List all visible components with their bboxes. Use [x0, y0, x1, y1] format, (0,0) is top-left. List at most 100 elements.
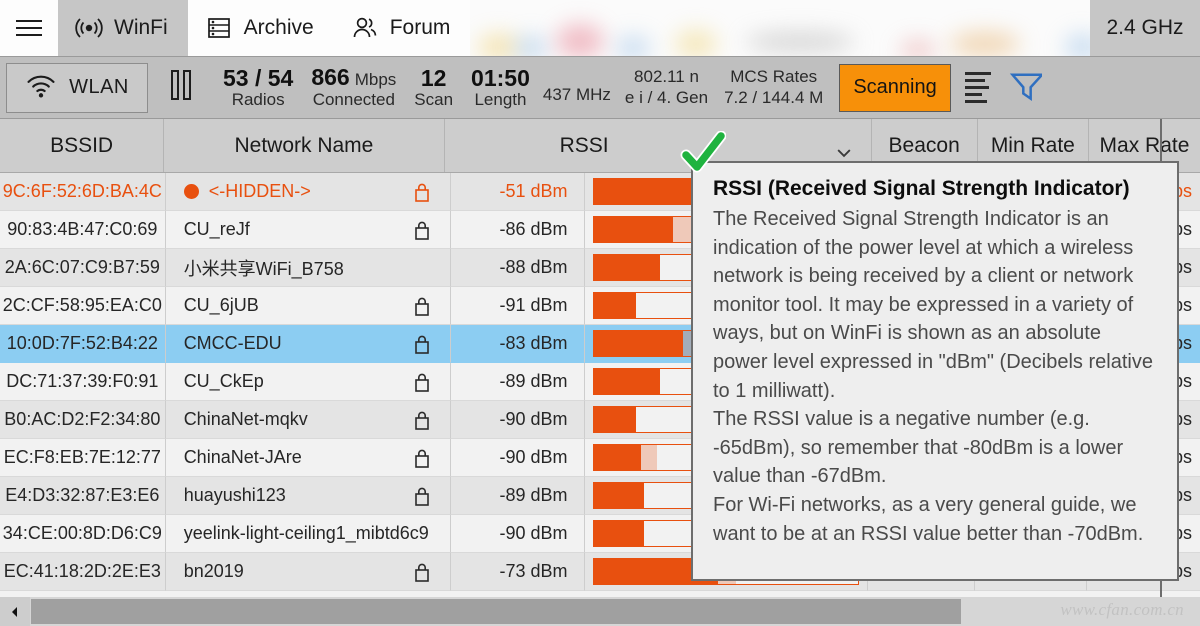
bar-ghost: [641, 445, 657, 470]
cell-bssid: E4:D3:32:87:E3:E6: [0, 477, 166, 515]
tab-label: Forum: [389, 16, 451, 39]
green-check-icon: [680, 130, 727, 182]
bar-fill: [593, 407, 636, 432]
wifi-icon: [25, 72, 57, 104]
cell-rssi: -89 dBm: [451, 363, 585, 401]
bar-fill: [593, 369, 660, 394]
stat-scan: 12 Scan: [405, 66, 462, 110]
scan-status-label: Scanning: [853, 76, 937, 98]
stat-value: 53 / 54: [223, 64, 294, 91]
column-header-rssi-label: RSSI: [559, 133, 609, 157]
stat-length: 01:50 Length: [462, 66, 539, 110]
stat-value: 01:50: [471, 64, 530, 91]
stat-value: 866: [311, 64, 350, 91]
cell-network-name: huayushi123: [165, 477, 452, 515]
wlan-adapter-label: WLAN: [69, 76, 129, 98]
scrollbar-thumb[interactable]: [31, 599, 961, 624]
network-name-text: huayushi123: [183, 485, 286, 505]
stat-value: 12: [420, 64, 447, 91]
network-name-text: <-HIDDEN->: [208, 181, 311, 201]
column-header-bssid[interactable]: BSSID: [0, 119, 165, 172]
filter-button[interactable]: [1005, 63, 1045, 113]
status-dot-icon: [183, 184, 199, 199]
wlan-adapter-button[interactable]: WLAN: [6, 62, 148, 113]
cell-rssi: -90 dBm: [451, 439, 585, 477]
standard-line-1: 802.11 n: [634, 67, 699, 87]
cell-bssid: 9C:6F:52:6D:BA:4C: [0, 173, 166, 211]
bar-fill: [593, 521, 644, 546]
stat-label: Radios: [231, 89, 285, 109]
pause-scan-button[interactable]: [148, 63, 214, 113]
standard-line-2: e i / 4. Gen: [624, 87, 709, 107]
network-name-text: CU_CkEp: [183, 371, 264, 391]
cell-bssid: 2A:6C:07:C9:B7:59: [0, 249, 166, 287]
lock-icon: [414, 182, 430, 207]
mcs-line-1: MCS Rates: [730, 67, 818, 87]
bar-fill: [593, 217, 673, 242]
filter-funnel-icon: [1008, 68, 1045, 107]
cell-network-name: CU_CkEp: [165, 363, 452, 401]
winfi-window: WinFi Archive Forum 2.4 GHz WLAN 53 / 54…: [0, 0, 1200, 626]
horizontal-scrollbar[interactable]: [0, 597, 962, 626]
watermark: www.cfan.com.cn: [1060, 600, 1184, 619]
cell-network-name: CU_6jUB: [165, 287, 452, 325]
cell-network-name: ChinaNet-mqkv: [165, 401, 452, 439]
cell-rssi: -83 dBm: [451, 325, 585, 363]
cell-network-name: bn2019: [165, 553, 452, 591]
hamburger-menu-button[interactable]: [0, 0, 58, 56]
hamburger-icon: [16, 15, 42, 41]
network-name-text: ChinaNet-mqkv: [183, 409, 308, 429]
cell-network-name: 小米共享WiFi_B758: [165, 249, 452, 287]
network-name-text: 小米共享WiFi_B758: [183, 258, 344, 279]
mcs-line-2: 7.2 / 144.4 M: [724, 87, 824, 107]
tab-archive[interactable]: Archive: [188, 0, 334, 56]
status-toolbar: WLAN 53 / 54 Radios 866 Mbps Connected 1…: [0, 57, 1200, 119]
tooltip-title: RSSI (Received Signal Strength Indicator…: [713, 177, 1130, 200]
sort-button[interactable]: [951, 63, 1005, 113]
stat-label: Scan: [414, 89, 454, 109]
tooltip-paragraph: The RSSI value is a negative number (e.g…: [713, 408, 1124, 488]
channel-frequency-label: 437 MHz: [542, 84, 611, 104]
cell-bssid: 90:83:4B:47:C0:69: [0, 211, 166, 249]
frequency-band-label: 2.4 GHz: [1106, 16, 1184, 39]
bar-fill: [593, 445, 642, 470]
stat-label: Length: [474, 89, 527, 109]
network-name-text: CU_6jUB: [183, 295, 259, 315]
scan-status-badge[interactable]: Scanning: [839, 63, 951, 112]
stat-unit: Mbps: [354, 70, 397, 90]
tab-winfi[interactable]: WinFi: [58, 0, 188, 56]
lock-icon: [414, 486, 430, 511]
cell-rssi: -73 dBm: [451, 553, 585, 591]
sort-descending-icon: [964, 68, 991, 107]
lock-icon: [414, 296, 430, 321]
cell-rssi: -90 dBm: [451, 401, 585, 439]
bar-fill: [593, 293, 636, 318]
rssi-tooltip: RSSI (Received Signal Strength Indicator…: [691, 161, 1179, 581]
cell-network-name: CU_reJf: [165, 211, 452, 249]
cell-bssid: B0:AC:D2:F2:34:80: [0, 401, 166, 439]
stat-radios: 53 / 54 Radios: [214, 66, 302, 110]
pause-icon: [169, 70, 193, 105]
cell-network-name: ChinaNet-JAre: [165, 439, 452, 477]
cell-rssi: -51 dBm: [451, 173, 585, 211]
cell-rssi: -89 dBm: [451, 477, 585, 515]
network-name-text: CMCC-EDU: [183, 333, 282, 353]
lock-icon: [414, 220, 430, 245]
cell-network-name: yeelink-light-ceiling1_mibtd6c9: [165, 515, 452, 553]
chevron-down-icon: [837, 142, 851, 157]
arrow-left-icon[interactable]: [0, 597, 30, 626]
frequency-band-button[interactable]: 2.4 GHz: [1090, 0, 1200, 56]
tab-forum[interactable]: Forum: [334, 0, 471, 56]
cell-bssid: 34:CE:00:8D:D6:C9: [0, 515, 166, 553]
stat-label: Connected: [312, 90, 395, 110]
tab-label: WinFi: [114, 16, 168, 39]
lock-icon: [414, 410, 430, 435]
network-name-text: yeelink-light-ceiling1_mibtd6c9: [183, 523, 429, 543]
broadcast-icon: [74, 13, 104, 43]
column-header-network-name[interactable]: Network Name: [164, 119, 445, 172]
cell-bssid: EC:F8:EB:7E:12:77: [0, 439, 166, 477]
database-icon: [204, 13, 234, 43]
cell-rssi: -86 dBm: [451, 211, 585, 249]
cell-bssid: EC:41:18:2D:2E:E3: [0, 553, 166, 591]
tooltip-paragraph: The Received Signal Strength Indicator i…: [713, 208, 1153, 402]
